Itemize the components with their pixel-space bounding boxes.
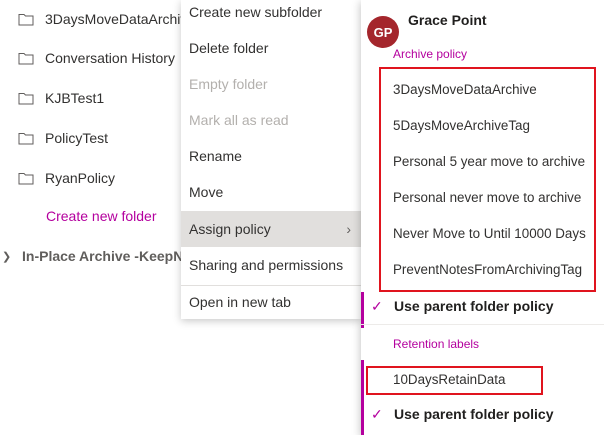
section-divider [361, 324, 604, 325]
folder-item[interactable]: KJBTest1 [18, 86, 104, 110]
folder-item[interactable]: RyanPolicy [18, 166, 115, 190]
retention-labels-heading: Retention labels [393, 337, 480, 351]
checkmark-icon: ✓ [371, 405, 383, 422]
folder-icon [18, 173, 34, 185]
use-parent-archive-policy[interactable]: ✓ Use parent folder policy [361, 291, 604, 321]
archive-mailbox-row[interactable]: ❯ In-Place Archive -KeepNo [0, 245, 192, 267]
folder-icon [18, 53, 34, 65]
folder-label: PolicyTest [45, 130, 109, 146]
folder-item[interactable]: 3DaysMoveDataArchive [18, 7, 195, 31]
menu-item-move[interactable]: Move [181, 174, 361, 210]
use-parent-label: Use parent folder policy [394, 298, 554, 314]
assign-policy-submenu: GP Grace Point Archive policy 3DaysMoveD… [361, 0, 604, 435]
folder-label: 3DaysMoveDataArchive [45, 11, 196, 27]
menu-item-assign-policy[interactable]: Assign policy › [181, 211, 361, 247]
menu-item-create-subfolder[interactable]: Create new subfolder [181, 0, 361, 30]
use-parent-label: Use parent folder policy [394, 406, 554, 422]
folder-icon [18, 133, 34, 145]
archive-policy-highlight [379, 67, 596, 292]
menu-item-rename[interactable]: Rename [181, 138, 361, 174]
folder-label: Conversation History [45, 50, 175, 66]
menu-item-delete-folder[interactable]: Delete folder [181, 30, 361, 66]
folder-context-menu: Create new subfolder Delete folder Empty… [181, 0, 361, 319]
folder-icon [18, 14, 34, 26]
menu-item-empty-folder: Empty folder [189, 76, 268, 92]
menu-item-sharing-permissions[interactable]: Sharing and permissions [181, 247, 361, 283]
folder-icon [18, 93, 34, 105]
folder-label: RyanPolicy [45, 170, 116, 186]
menu-item-mark-all-read: Mark all as read [189, 112, 289, 128]
create-new-folder-link[interactable]: Create new folder [46, 208, 157, 224]
folder-item[interactable]: Conversation History [18, 46, 175, 70]
folder-label: KJBTest1 [45, 90, 105, 106]
retention-label-highlight [366, 366, 543, 395]
use-parent-retention-policy[interactable]: ✓ Use parent folder policy [361, 399, 604, 429]
archive-mailbox-label: In-Place Archive -KeepNo [22, 248, 192, 264]
checkmark-icon: ✓ [371, 297, 383, 314]
chevron-right-icon[interactable]: ❯ [2, 250, 11, 263]
folder-item[interactable]: PolicyTest [18, 126, 108, 150]
profile-header: GP Grace Point [361, 0, 604, 48]
archive-policy-heading: Archive policy [393, 47, 468, 61]
profile-name: Grace Point [408, 12, 487, 28]
chevron-right-icon: › [346, 221, 351, 237]
menu-item-open-new-tab[interactable]: Open in new tab [181, 284, 361, 320]
avatar: GP [367, 16, 399, 48]
folder-pane: 3DaysMoveDataArchive Conversation Histor… [0, 0, 200, 435]
menu-item-label: Assign policy [189, 221, 271, 237]
